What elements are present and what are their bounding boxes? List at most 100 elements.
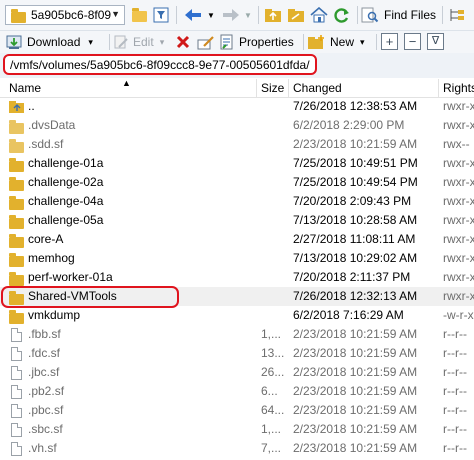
parent-directory-icon <box>9 101 25 114</box>
back-button[interactable] <box>181 4 205 26</box>
file-row[interactable]: .dvsData 6/2/2018 2:29:00 PM rwxr-x <box>0 116 474 135</box>
column-divider[interactable] <box>288 79 289 97</box>
download-label: Download <box>27 35 81 49</box>
download-icon <box>6 35 22 49</box>
folder-icon <box>9 139 24 153</box>
parent-folder-icon <box>265 9 281 22</box>
delete-button[interactable] <box>174 31 192 53</box>
chevron-down-icon: ▼ <box>111 9 120 19</box>
rename-button[interactable] <box>196 31 216 53</box>
arrow-right-icon <box>223 9 239 21</box>
plus-icon: + <box>385 34 394 49</box>
unselect-files-button[interactable]: − <box>404 33 421 50</box>
select-files-button[interactable]: + <box>381 33 398 50</box>
home-button[interactable] <box>309 4 329 26</box>
parent-directory-button[interactable] <box>263 4 283 26</box>
refresh-button[interactable] <box>332 4 352 26</box>
file-row[interactable]: challenge-05a 7/13/2018 10:28:58 AM rwxr… <box>0 211 474 230</box>
file-rights: rwx-- <box>443 137 470 151</box>
filter-icon: ∇ <box>431 35 440 47</box>
file-row[interactable]: .sbc.sf 1,... 2/23/2018 10:21:59 AM r--r… <box>0 420 474 439</box>
separator <box>376 34 377 50</box>
file-size: 6... <box>261 384 278 398</box>
path-field[interactable]: /vmfs/volumes/5a905bc6-8f09ccc8-9e77-005… <box>10 58 310 72</box>
edit-label: Edit <box>133 35 154 49</box>
find-files-button[interactable]: Find Files <box>361 4 439 26</box>
download-button[interactable]: Download ▾ <box>2 31 106 53</box>
file-row[interactable]: .pbc.sf 64... 2/23/2018 10:21:59 AM r--r… <box>0 401 474 420</box>
file-row[interactable]: vmkdump 6/2/2018 7:16:29 AM -w-r-x <box>0 306 474 325</box>
file-name: .pbc.sf <box>28 403 64 417</box>
file-icon <box>11 328 22 342</box>
filter-icon <box>153 7 169 23</box>
file-row[interactable]: core-A 2/27/2018 11:08:11 AM rwxr-x <box>0 230 474 249</box>
file-row[interactable]: challenge-02a 7/25/2018 10:49:54 PM rwxr… <box>0 173 474 192</box>
tree-view-button[interactable] <box>446 4 468 26</box>
file-row[interactable]: challenge-04a 7/20/2018 2:09:43 PM rwxr-… <box>0 192 474 211</box>
file-size: 1,... <box>261 327 282 341</box>
file-changed: 6/2/2018 2:29:00 PM <box>293 118 405 132</box>
file-name: .fbb.sf <box>28 327 61 341</box>
column-header-changed[interactable]: Changed <box>293 81 342 95</box>
forward-dropdown-button[interactable]: ▼ <box>243 4 253 26</box>
file-row[interactable]: .jbc.sf 26... 2/23/2018 10:21:59 AM r--r… <box>0 363 474 382</box>
file-name: .vh.sf <box>28 441 57 455</box>
column-divider[interactable] <box>256 79 257 97</box>
file-rights: r--r-- <box>443 346 467 360</box>
filter-button[interactable] <box>151 4 171 26</box>
column-header-size[interactable]: Size <box>261 81 284 95</box>
refresh-icon <box>334 8 349 23</box>
file-changed: 7/20/2018 2:09:43 PM <box>293 194 412 208</box>
column-header-name[interactable]: Name <box>9 81 41 95</box>
open-folder-button[interactable] <box>129 4 149 26</box>
file-row[interactable]: .sdd.sf 2/23/2018 10:21:59 AM rwx-- <box>0 135 474 154</box>
separator <box>258 6 259 24</box>
session-combo[interactable]: 5a905bc6-8f09 ▼ <box>5 5 125 25</box>
file-row[interactable]: .pb2.sf 6... 2/23/2018 10:21:59 AM r--r-… <box>0 382 474 401</box>
file-name: .. <box>28 99 35 113</box>
new-button[interactable]: New ▾ <box>307 31 373 53</box>
file-row[interactable]: .fbb.sf 1,... 2/23/2018 10:21:59 AM r--r… <box>0 325 474 344</box>
sort-ascending-icon: ▲ <box>122 78 131 88</box>
properties-button[interactable]: Properties <box>219 31 299 53</box>
file-changed: 2/23/2018 10:21:59 AM <box>293 441 418 455</box>
separator <box>109 34 110 50</box>
file-size: 13... <box>261 346 285 360</box>
delete-icon <box>176 35 190 49</box>
file-name: .dvsData <box>28 118 76 132</box>
folder-icon <box>9 272 24 286</box>
folder-icon <box>9 120 24 134</box>
file-row[interactable]: challenge-01a 7/25/2018 10:49:51 PM rwxr… <box>0 154 474 173</box>
new-folder-icon <box>308 35 324 49</box>
file-row[interactable]: perf-worker-01a 7/20/2018 2:11:37 PM rwx… <box>0 268 474 287</box>
file-row[interactable]: memhog 7/13/2018 10:29:02 AM rwxr-x <box>0 249 474 268</box>
file-icon <box>11 442 22 456</box>
column-header-rights[interactable]: Rights <box>443 81 474 95</box>
back-dropdown-button[interactable]: ▼ <box>206 4 216 26</box>
file-rights: r--r-- <box>443 403 467 417</box>
filter-files-button[interactable]: ∇ <box>427 33 444 50</box>
file-rights: rwxr-x <box>443 232 474 246</box>
file-changed: 2/23/2018 10:21:59 AM <box>293 327 418 341</box>
folder-icon <box>9 253 24 267</box>
file-row-parent[interactable]: .. 7/26/2018 12:38:53 AM rwxr-x <box>0 97 474 116</box>
rename-icon <box>197 36 214 50</box>
find-files-icon <box>361 7 379 23</box>
file-row[interactable]: .fdc.sf 13... 2/23/2018 10:21:59 AM r--r… <box>0 344 474 363</box>
root-directory-button[interactable] <box>286 4 306 26</box>
file-name: .sdd.sf <box>28 137 64 151</box>
minus-icon: − <box>408 34 417 49</box>
file-rights: rwxr-x <box>443 175 474 189</box>
file-changed: 7/20/2018 2:11:37 PM <box>293 270 411 284</box>
file-rights: rwxr-x <box>443 99 474 113</box>
file-rights: rwxr-x <box>443 289 474 303</box>
folder-icon <box>9 158 24 172</box>
file-row[interactable]: .vh.sf 7,... 2/23/2018 10:21:59 AM r--r-… <box>0 439 474 458</box>
open-folder-icon <box>132 8 147 22</box>
file-name: .sbc.sf <box>28 422 63 436</box>
edit-button[interactable]: Edit ▾ <box>113 31 169 53</box>
column-divider[interactable] <box>438 79 439 97</box>
chevron-down-icon: ▼ <box>244 10 252 20</box>
selected-row-highlight <box>1 286 179 308</box>
forward-button[interactable] <box>219 4 243 26</box>
